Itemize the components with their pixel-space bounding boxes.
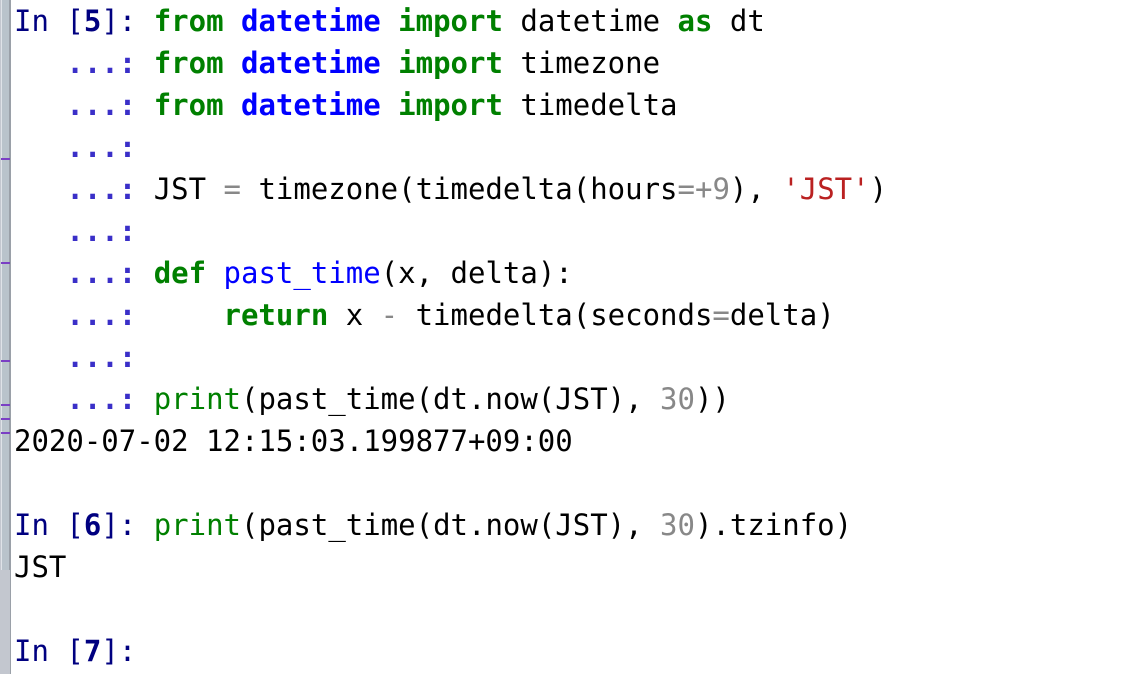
code-token-plain: delta) (729, 298, 835, 332)
scrollbar-mark (1, 418, 10, 420)
code-token-prompt: In [ (14, 634, 84, 668)
console-blank-line (14, 588, 1148, 630)
code-token-kw: from (153, 4, 224, 38)
code-token-kw: from (153, 88, 224, 122)
code-token-mod: datetime (241, 88, 381, 122)
console-continuation-line[interactable]: ...: print(past_time(dt.now(JST), 30)) (14, 378, 1148, 420)
console-continuation-line[interactable]: ...: (14, 336, 1148, 378)
code-token-mod: datetime (241, 46, 381, 80)
ipython-console[interactable]: In [5]: from datetime import datetime as… (0, 0, 1148, 674)
code-token-plain: (x, delta): (380, 256, 573, 290)
code-token-plain: datetime (502, 4, 678, 38)
code-token-cont: ...: (14, 130, 137, 164)
code-token-cont: ...: (14, 256, 154, 290)
code-token-cont: ...: (14, 340, 137, 374)
code-token-plain: (past_time(dt.now(JST), (241, 508, 661, 542)
code-token-prompt-num: 7 (83, 634, 102, 668)
console-output-line[interactable]: JST (14, 546, 1148, 588)
console-blank-line (14, 462, 1148, 504)
console-continuation-line[interactable]: ...: def past_time(x, delta): (14, 252, 1148, 294)
code-token-plain: JST (153, 172, 224, 206)
code-token-kw: import (398, 46, 503, 80)
console-continuation-line[interactable]: ...: (14, 126, 1148, 168)
code-token-op: = (223, 172, 241, 206)
scrollbar-mark (1, 360, 10, 362)
code-token-kw: return (223, 298, 329, 332)
console-continuation-line[interactable]: ...: from datetime import timedelta (14, 84, 1148, 126)
code-token-num: 30 (660, 508, 695, 542)
code-token-prompt: ]: (101, 634, 154, 668)
code-token-cont: ...: (14, 46, 154, 80)
code-token-num: 9 (712, 172, 730, 206)
console-output-line[interactable]: 2020-07-02 12:15:03.199877+09:00 (14, 420, 1148, 462)
code-token-mod: datetime (241, 4, 381, 38)
code-token-builtin: print (153, 508, 242, 542)
code-token-plain: ), (729, 172, 783, 206)
code-token-op: - (380, 298, 399, 332)
scrollbar-thumb[interactable] (1, 0, 10, 570)
console-continuation-line[interactable]: ...: return x - timedelta(seconds=delta) (14, 294, 1148, 336)
code-token-plain: ) (869, 172, 888, 206)
vertical-scrollbar[interactable] (0, 0, 11, 674)
code-token-cont: ...: (14, 88, 154, 122)
console-continuation-line[interactable]: ...: JST = timezone(timedelta(hours=+9),… (14, 168, 1148, 210)
console-input-line[interactable]: In [6]: print(past_time(dt.now(JST), 30)… (14, 504, 1148, 546)
code-token-kw: from (153, 46, 224, 80)
code-token-op: = (712, 298, 730, 332)
console-input-line[interactable]: In [5]: from datetime import datetime as… (14, 0, 1148, 42)
code-token-plain: x (328, 298, 381, 332)
code-token-prompt: In [ (14, 4, 84, 38)
code-token-cont: ...: (14, 298, 224, 332)
code-token-cont: ...: (14, 214, 137, 248)
code-token-plain: ).tzinfo) (694, 508, 853, 542)
code-token-prompt: ]: (101, 508, 154, 542)
code-token-num: 30 (660, 382, 695, 416)
code-token-prompt: In [ (14, 508, 84, 542)
code-token-plain: dt (712, 4, 765, 38)
console-output-area[interactable]: In [5]: from datetime import datetime as… (11, 0, 1148, 674)
console-input-line[interactable]: In [7]: (14, 630, 1148, 672)
code-token-builtin: print (153, 382, 241, 416)
code-token-out: JST (14, 550, 67, 584)
scrollbar-mark (1, 262, 10, 264)
code-token-plain: )) (694, 382, 730, 416)
code-token-op: + (694, 172, 713, 206)
code-token-plain: timedelta (502, 88, 678, 122)
code-token-prompt-num: 5 (83, 4, 102, 38)
code-token-prompt-num: 6 (83, 508, 102, 542)
code-token-out: 2020-07-02 12:15:03.199877+09:00 (14, 424, 573, 458)
code-token-cont: ...: (14, 382, 154, 416)
code-token-cont: ...: (14, 172, 154, 206)
console-continuation-line[interactable]: ...: from datetime import timezone (14, 42, 1148, 84)
scrollbar-mark (1, 158, 10, 160)
code-token-kw: as (677, 4, 713, 38)
code-token-kw: def (153, 256, 207, 290)
scrollbar-mark (1, 404, 10, 406)
code-token-plain: timezone(timedelta(hours (241, 172, 678, 206)
code-token-plain: timezone (502, 46, 661, 80)
code-token-fn: past_time (223, 256, 381, 290)
code-token-plain: (past_time(dt.now(JST), (241, 382, 661, 416)
code-token-kw: import (398, 4, 503, 38)
code-token-str: 'JST' (782, 172, 870, 206)
code-token-plain: timedelta(seconds (398, 298, 713, 332)
console-continuation-line[interactable]: ...: (14, 210, 1148, 252)
code-token-prompt: ]: (101, 4, 154, 38)
scrollbar-mark (1, 432, 10, 434)
code-token-op: = (677, 172, 695, 206)
code-token-kw: import (398, 88, 503, 122)
